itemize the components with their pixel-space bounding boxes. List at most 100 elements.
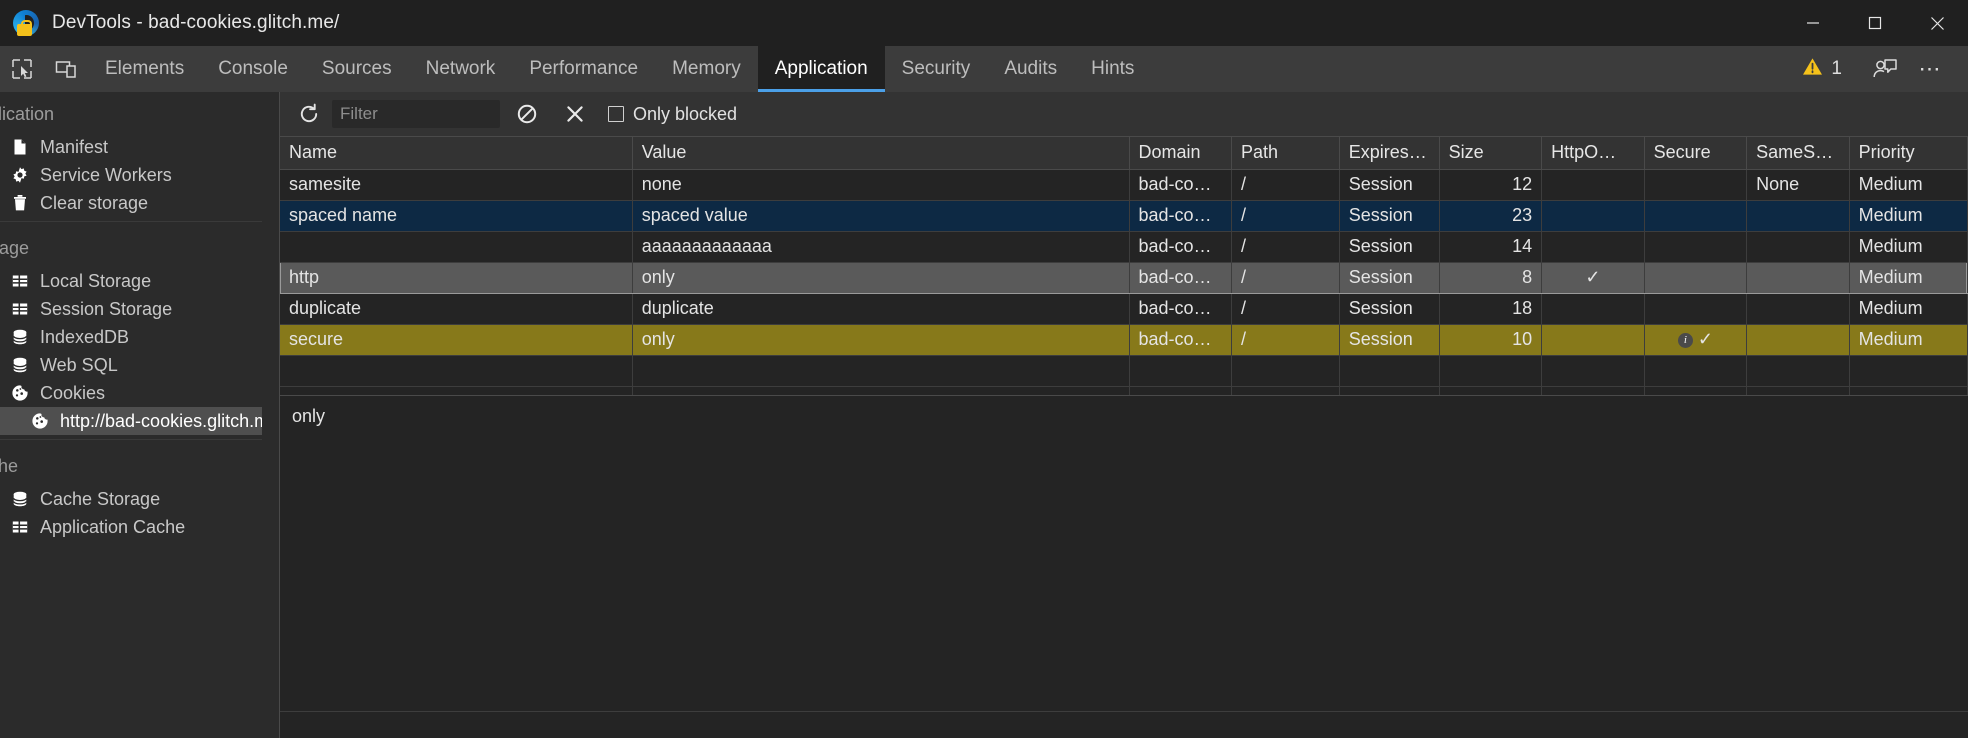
cell-expires[interactable]: Session (1339, 231, 1440, 263)
cell-domain[interactable]: bad-co… (1129, 200, 1232, 232)
cell-secure[interactable] (1644, 293, 1748, 325)
cell-value[interactable]: aaaaaaaaaaaaa (632, 231, 1130, 263)
tab-security[interactable]: Security (885, 46, 988, 92)
tab-audits[interactable]: Audits (987, 46, 1074, 92)
column-header-name[interactable]: Name (280, 137, 633, 170)
column-header-value[interactable]: Value (632, 137, 1130, 170)
column-header-secure[interactable]: Secure (1644, 137, 1748, 170)
sidebar-item-cache-storage[interactable]: Cache Storage (0, 485, 262, 513)
cell-expires[interactable]: Session (1339, 261, 1440, 294)
cell-secure[interactable]: i ✓ (1644, 324, 1748, 356)
column-header-expires[interactable]: Expires… (1339, 137, 1440, 170)
cell-domain[interactable]: bad-co… (1129, 261, 1232, 294)
cell-domain[interactable]: bad-co… (1129, 293, 1232, 325)
cell-path[interactable]: / (1231, 261, 1340, 294)
minimize-button[interactable] (1782, 0, 1844, 46)
cell-expires[interactable]: Session (1339, 324, 1440, 356)
cell-name[interactable]: secure (280, 324, 633, 356)
sidebar-item-local-storage[interactable]: Local Storage (0, 267, 262, 295)
inspect-element-icon[interactable] (0, 46, 44, 92)
cell-name[interactable]: http (280, 261, 633, 294)
cell-path[interactable]: / (1231, 324, 1340, 356)
table-header-row[interactable]: Name Value Domain Path Expires… Size HttpO… Sec… (280, 137, 1968, 170)
cell-samesite[interactable] (1746, 231, 1850, 263)
info-badge-icon[interactable]: i (1677, 332, 1693, 348)
cell-name[interactable]: samesite (280, 169, 633, 201)
only-blocked-checkbox[interactable]: Only blocked (608, 104, 737, 125)
cell-name[interactable] (280, 231, 633, 263)
cell-samesite[interactable] (1746, 324, 1850, 356)
cell-size[interactable]: 12 (1439, 169, 1543, 201)
sidebar-item-web-sql[interactable]: Web SQL (0, 351, 262, 379)
table-row[interactable]: duplicate duplicate bad-co… / Session 18 Mediu… (280, 293, 1968, 325)
cell-samesite[interactable] (1746, 261, 1850, 294)
cell-httponly[interactable] (1541, 324, 1645, 356)
tab-application[interactable]: Application (757, 46, 885, 92)
tab-performance[interactable]: Performance (512, 46, 655, 92)
cell-path[interactable]: / (1231, 169, 1340, 201)
warning-indicator[interactable]: 1 (1802, 56, 1842, 82)
table-row[interactable]: http only bad-co… / Session 8 ✓ Medium (280, 261, 1968, 294)
sidebar-item-clear-storage[interactable]: Clear storage (0, 189, 262, 217)
cell-value[interactable]: duplicate (632, 293, 1130, 325)
column-header-domain[interactable]: Domain (1129, 137, 1232, 170)
sidebar-item-service-workers[interactable]: Service Workers (0, 161, 262, 189)
table-row[interactable]: aaaaaaaaaaaaa bad-co… / Session 14 Medium (280, 231, 1968, 263)
cell-secure[interactable] (1644, 169, 1748, 201)
table-row[interactable]: samesite none bad-co… / Session 12 None Medium (280, 169, 1968, 201)
cell-value[interactable]: only (632, 324, 1130, 356)
cookies-table-container[interactable]: Name Value Domain Path Expires… Size HttpO… Sec… (280, 136, 1968, 418)
cell-expires[interactable]: Session (1339, 293, 1440, 325)
cell-secure[interactable] (1644, 261, 1748, 294)
sidebar-item-manifest[interactable]: Manifest (0, 133, 262, 161)
column-header-samesite[interactable]: SameS… (1746, 137, 1850, 170)
cell-priority[interactable]: Medium (1849, 261, 1968, 294)
table-row[interactable]: secure only bad-co… / Session 10 i ✓ Medium (280, 324, 1968, 356)
cell-domain[interactable]: bad-co… (1129, 324, 1232, 356)
cell-size[interactable]: 18 (1439, 293, 1543, 325)
tab-hints[interactable]: Hints (1074, 46, 1151, 92)
column-header-httponly[interactable]: HttpO… (1541, 137, 1645, 170)
cell-httponly[interactable]: ✓ (1541, 261, 1645, 294)
cell-expires[interactable]: Session (1339, 200, 1440, 232)
tab-sources[interactable]: Sources (305, 46, 409, 92)
tab-elements[interactable]: Elements (88, 46, 201, 92)
device-toolbar-icon[interactable] (44, 46, 88, 92)
cell-priority[interactable]: Medium (1849, 293, 1968, 325)
cell-priority[interactable]: Medium (1849, 200, 1968, 232)
cell-httponly[interactable] (1541, 231, 1645, 263)
delete-selected-icon[interactable] (554, 93, 596, 135)
cell-value[interactable]: only (632, 261, 1130, 294)
cell-path[interactable]: / (1231, 231, 1340, 263)
cell-name[interactable]: duplicate (280, 293, 633, 325)
sidebar-item-session-storage[interactable]: Session Storage (0, 295, 262, 323)
refresh-icon[interactable] (288, 93, 330, 135)
cell-domain[interactable]: bad-co… (1129, 169, 1232, 201)
cell-httponly[interactable] (1541, 200, 1645, 232)
column-header-size[interactable]: Size (1439, 137, 1543, 170)
table-empty-row[interactable] (280, 355, 1968, 387)
cell-size[interactable]: 8 (1439, 261, 1543, 294)
cell-priority[interactable]: Medium (1849, 169, 1968, 201)
table-body[interactable]: samesite none bad-co… / Session 12 None Medium s… (280, 169, 1968, 418)
cell-samesite[interactable] (1746, 200, 1850, 232)
cell-priority[interactable]: Medium (1849, 324, 1968, 356)
cell-value[interactable]: none (632, 169, 1130, 201)
maximize-button[interactable] (1844, 0, 1906, 46)
more-options-icon[interactable]: ⋯ (1908, 46, 1954, 92)
cell-secure[interactable] (1644, 231, 1748, 263)
column-header-priority[interactable]: Priority (1849, 137, 1968, 170)
cell-size[interactable]: 10 (1439, 324, 1543, 356)
sidebar-item-application-cache[interactable]: Application Cache (0, 513, 262, 541)
cell-samesite[interactable]: None (1746, 169, 1850, 201)
sidebar-item-indexeddb[interactable]: IndexedDB (0, 323, 262, 351)
feedback-person-icon[interactable] (1862, 46, 1908, 92)
tab-console[interactable]: Console (201, 46, 305, 92)
cell-size[interactable]: 14 (1439, 231, 1543, 263)
cell-path[interactable]: / (1231, 200, 1340, 232)
tab-memory[interactable]: Memory (655, 46, 758, 92)
tab-network[interactable]: Network (409, 46, 513, 92)
sidebar-item-http-bad-cookies-glitch-me[interactable]: http://bad-cookies.glitch.me (0, 407, 262, 435)
application-sidebar[interactable]: Application Manifest Service Workers Clear … (0, 92, 262, 738)
cell-name[interactable]: spaced name (280, 200, 633, 232)
